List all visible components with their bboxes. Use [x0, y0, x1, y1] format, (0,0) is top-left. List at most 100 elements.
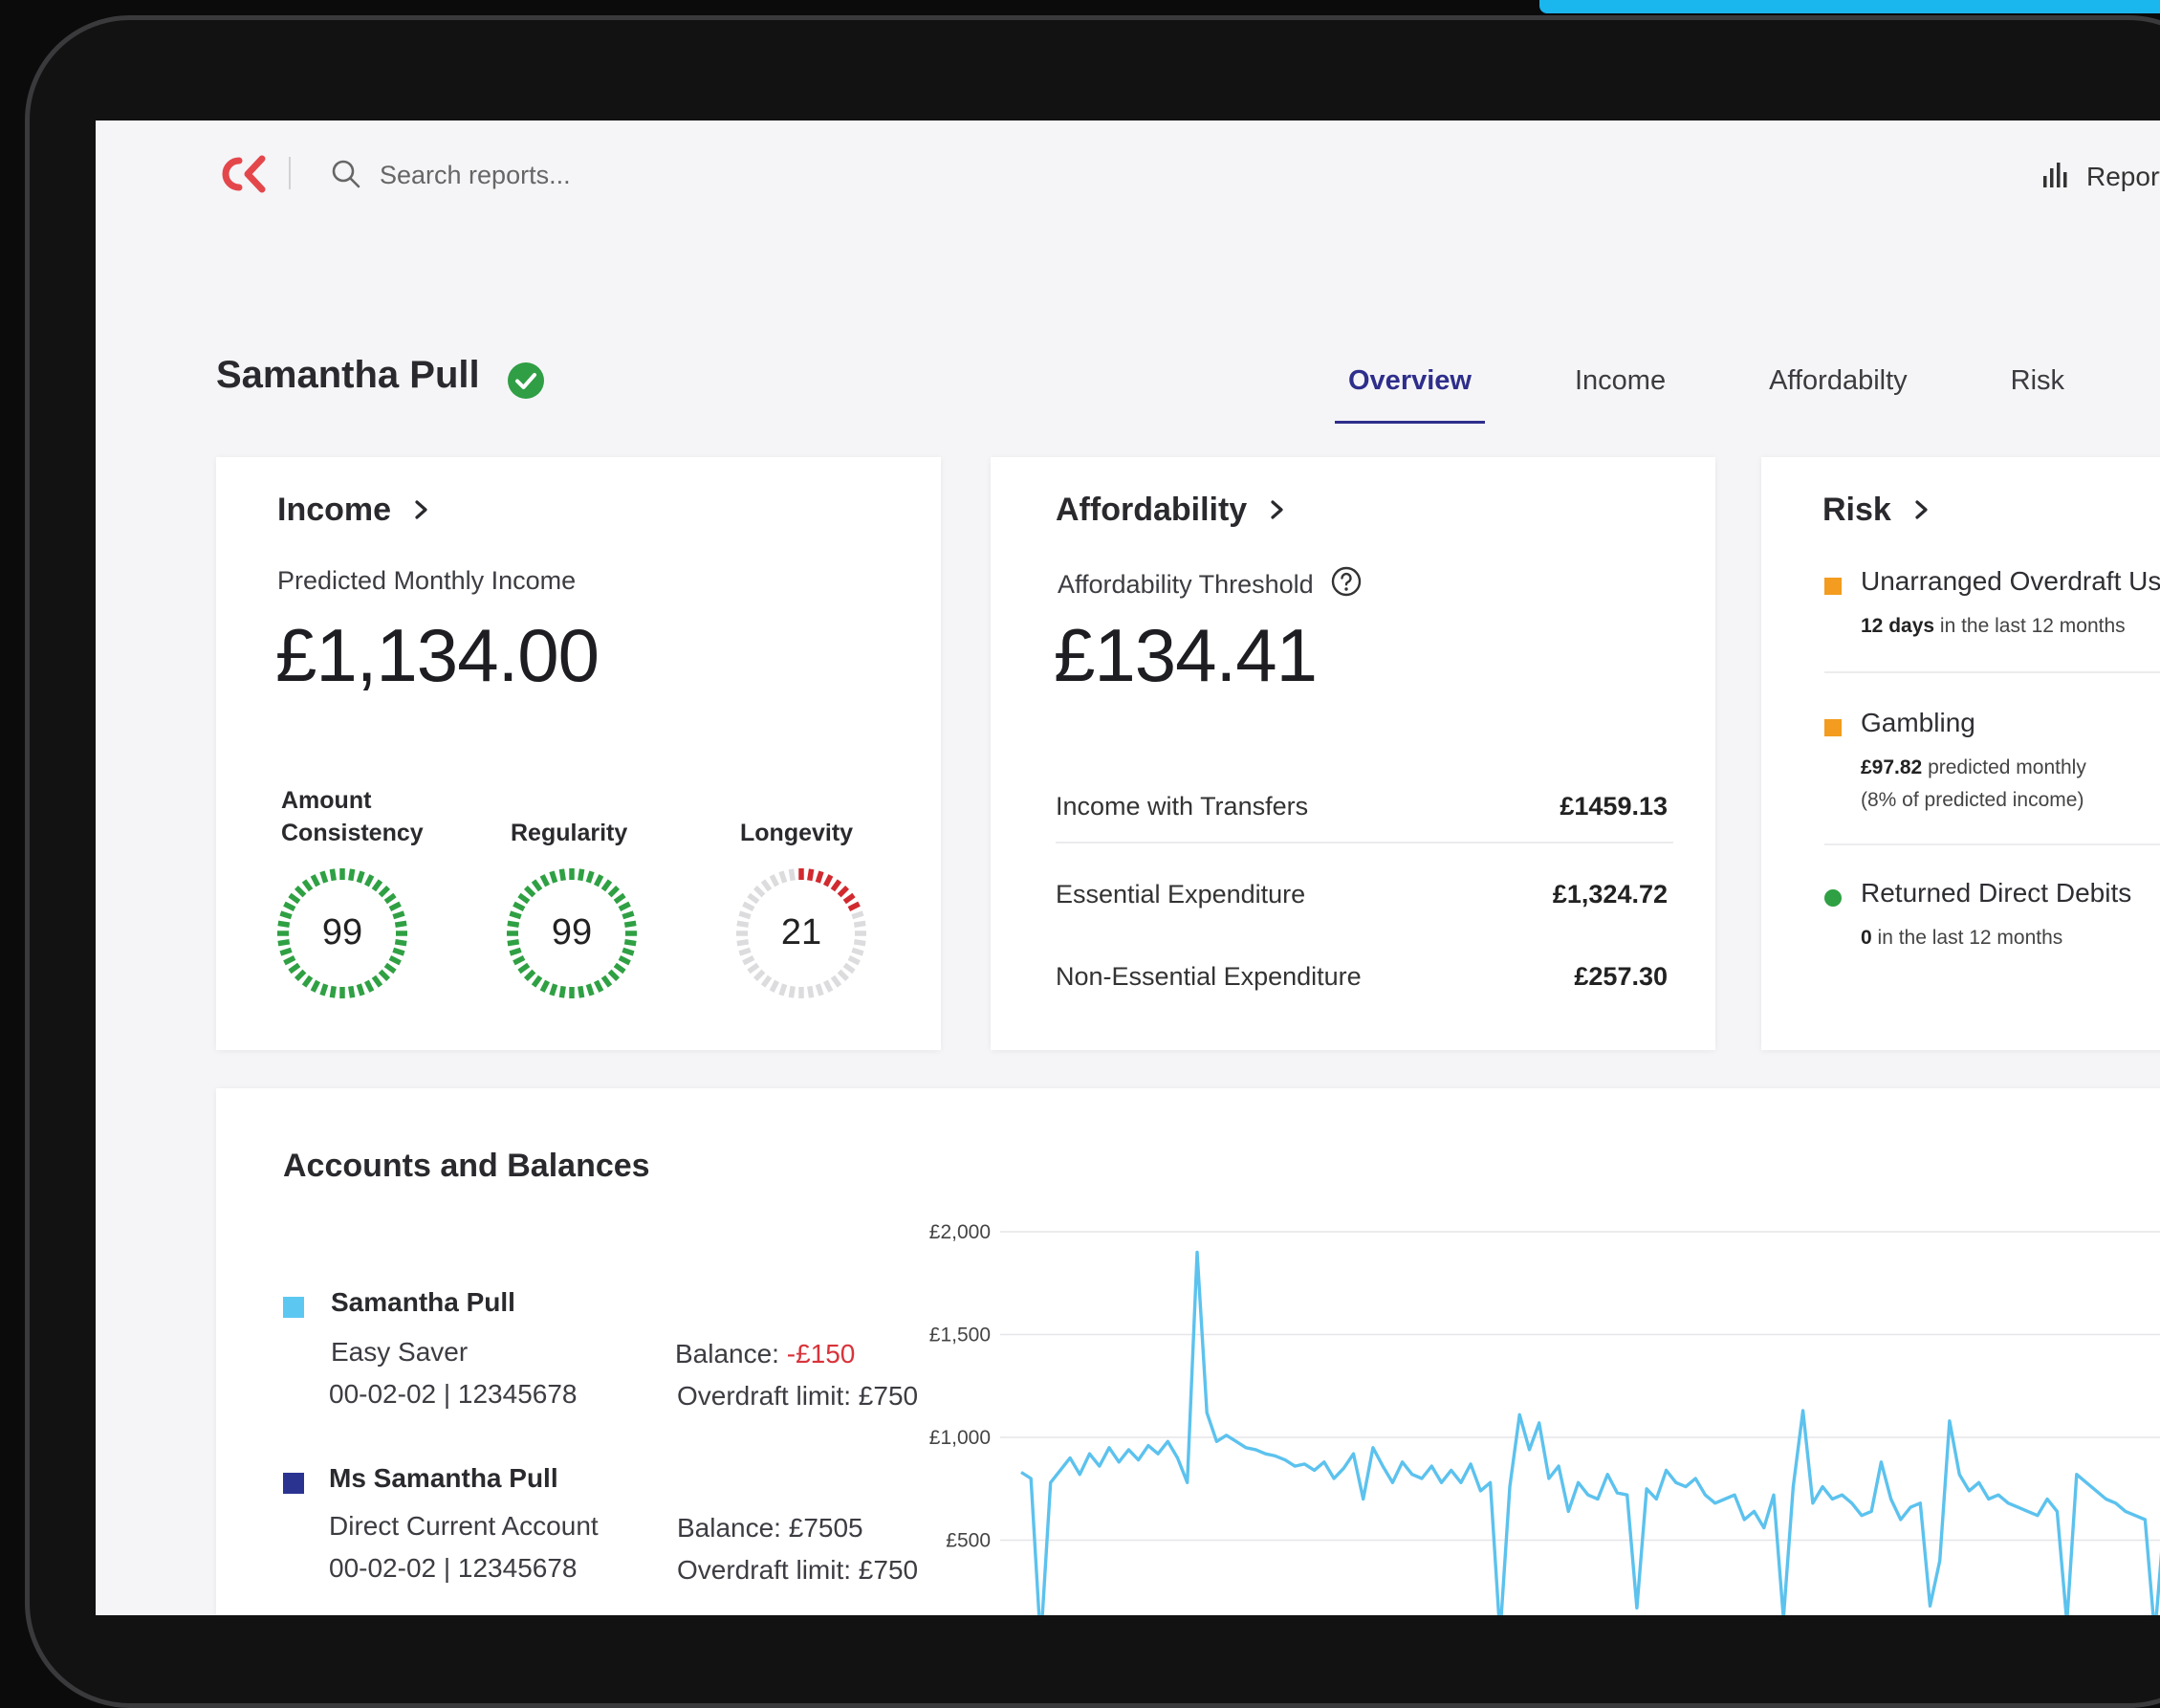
gauge-segment [283, 954, 296, 966]
gauge-segment [600, 879, 613, 892]
gauge-segment [593, 874, 604, 887]
affordability-card-header[interactable]: Affordability [1056, 492, 1285, 529]
tab-income[interactable]: Income [1575, 365, 1666, 397]
gauge-segment [539, 874, 551, 887]
report-tabs: Overview Income Affordabilty Risk [1335, 365, 2160, 424]
gauge-segment [549, 983, 558, 996]
account-holder: Ms Samantha Pull [329, 1463, 558, 1493]
gauge-segment [847, 954, 861, 966]
gauge-segment [585, 983, 595, 996]
gauge-segment [531, 974, 543, 988]
gauge-segment [288, 962, 301, 974]
warning-square-icon [1824, 578, 1842, 595]
gauge-label-amount-consistency: Amount Consistency [281, 787, 424, 846]
warning-square-icon [1824, 719, 1842, 736]
reports-label: Reports [2086, 161, 2160, 191]
topbar-divider [289, 157, 291, 189]
status-dot-icon [1824, 889, 1842, 907]
gauge-segment [549, 870, 558, 884]
account-holder: Samantha Pull [331, 1287, 515, 1317]
gauge-segment [847, 901, 861, 912]
account-color-swatch [283, 1297, 304, 1318]
tab-overview[interactable]: Overview [1335, 365, 1485, 424]
gauge-segment [760, 974, 773, 988]
gauge-value-amount-consistency: 99 [321, 912, 363, 953]
income-card-title: Income [277, 492, 392, 528]
bar-chart-icon [2040, 159, 2071, 194]
search-icon [331, 159, 361, 194]
income-card-header[interactable]: Income [277, 492, 429, 529]
gauge-segment [356, 983, 365, 996]
gauge-segment [329, 985, 337, 998]
income-subtitle: Predicted Monthly Income [277, 566, 577, 595]
risk-card-header[interactable]: Risk [1822, 492, 1930, 529]
gauge-segment [788, 985, 796, 998]
balance-series-line [1020, 1250, 2160, 1615]
gauge-segment [753, 969, 766, 982]
gauge-segment [618, 901, 631, 912]
gauge-segment [585, 870, 595, 884]
gauge-segment [356, 870, 365, 884]
gauge-segment [607, 885, 621, 898]
gauge-segment [753, 885, 766, 898]
gauge-segment [618, 954, 631, 966]
gauge-segment [578, 985, 585, 998]
account-color-swatch [283, 1473, 304, 1494]
gauge-segment [578, 868, 585, 882]
risk-divider [1824, 671, 2160, 673]
account-type: Easy Saver [331, 1337, 469, 1367]
tab-affordability[interactable]: Affordabilty [1769, 365, 1908, 397]
gauge-segment [388, 901, 402, 912]
gauge-segment [837, 969, 850, 982]
brand-logo[interactable] [214, 153, 268, 200]
gauge-segment [329, 868, 337, 882]
gauge-segment [288, 892, 301, 905]
help-circle-icon[interactable] [1331, 566, 1362, 603]
affordability-row: Essential Expenditure £1,324.72 [1056, 880, 1668, 909]
gauge-segment [371, 974, 383, 988]
accounts-card: Accounts and Balances Samantha Pull Easy… [216, 1088, 2160, 1615]
gauge-segment [778, 870, 788, 884]
reports-link[interactable]: Reports [2040, 159, 2160, 194]
gauge-segment [383, 892, 397, 905]
customer-name: Samantha Pull [216, 354, 480, 396]
gauge-segment [539, 979, 551, 993]
gauge-segment [319, 983, 329, 996]
gauge-segment [531, 879, 543, 892]
affordability-subtitle: Affordability Threshold [1058, 566, 1362, 603]
gauge-segment [558, 868, 566, 882]
account-type: Direct Current Account [329, 1511, 599, 1541]
gauge-segment [378, 969, 391, 982]
gauge-segment [388, 954, 402, 966]
gauge-segment [742, 954, 755, 966]
app-screen: Reports Samantha Pull Overview Income Af… [96, 120, 2160, 1615]
chevron-right-icon [1914, 492, 1930, 529]
gauge-segment [383, 962, 397, 974]
gauge-segment [558, 985, 566, 998]
gauge-segment [523, 885, 536, 898]
gauge-segment [837, 885, 850, 898]
tab-risk[interactable]: Risk [2011, 365, 2064, 397]
gauge-segment [363, 979, 375, 993]
accounts-title: Accounts and Balances [283, 1148, 650, 1184]
affordability-value: £134.41 [1054, 613, 1318, 697]
verified-check-icon [507, 361, 545, 405]
gauge-segment [310, 874, 321, 887]
gauge-segment [807, 985, 815, 998]
gauge-segment [593, 979, 604, 993]
gauge-segment [742, 901, 755, 912]
affordability-card-title: Affordability [1056, 492, 1248, 528]
gauge-segment [769, 874, 780, 887]
gauge-segment [613, 892, 626, 905]
search-input[interactable] [378, 153, 783, 197]
gauge-segment [301, 974, 314, 988]
row-divider [1056, 842, 1673, 843]
chevron-right-icon [1270, 492, 1285, 529]
account-balance: Balance: -£150 [675, 1339, 856, 1369]
gauge-label-longevity: Longevity [740, 820, 854, 846]
gauge-label-regularity: Regularity [511, 820, 628, 846]
gauge-segment [513, 901, 526, 912]
affordability-card: Affordability Affordability Threshold £1… [991, 457, 1715, 1050]
account-balance: Balance: £7505 [677, 1513, 863, 1543]
gauge-segment [607, 969, 621, 982]
